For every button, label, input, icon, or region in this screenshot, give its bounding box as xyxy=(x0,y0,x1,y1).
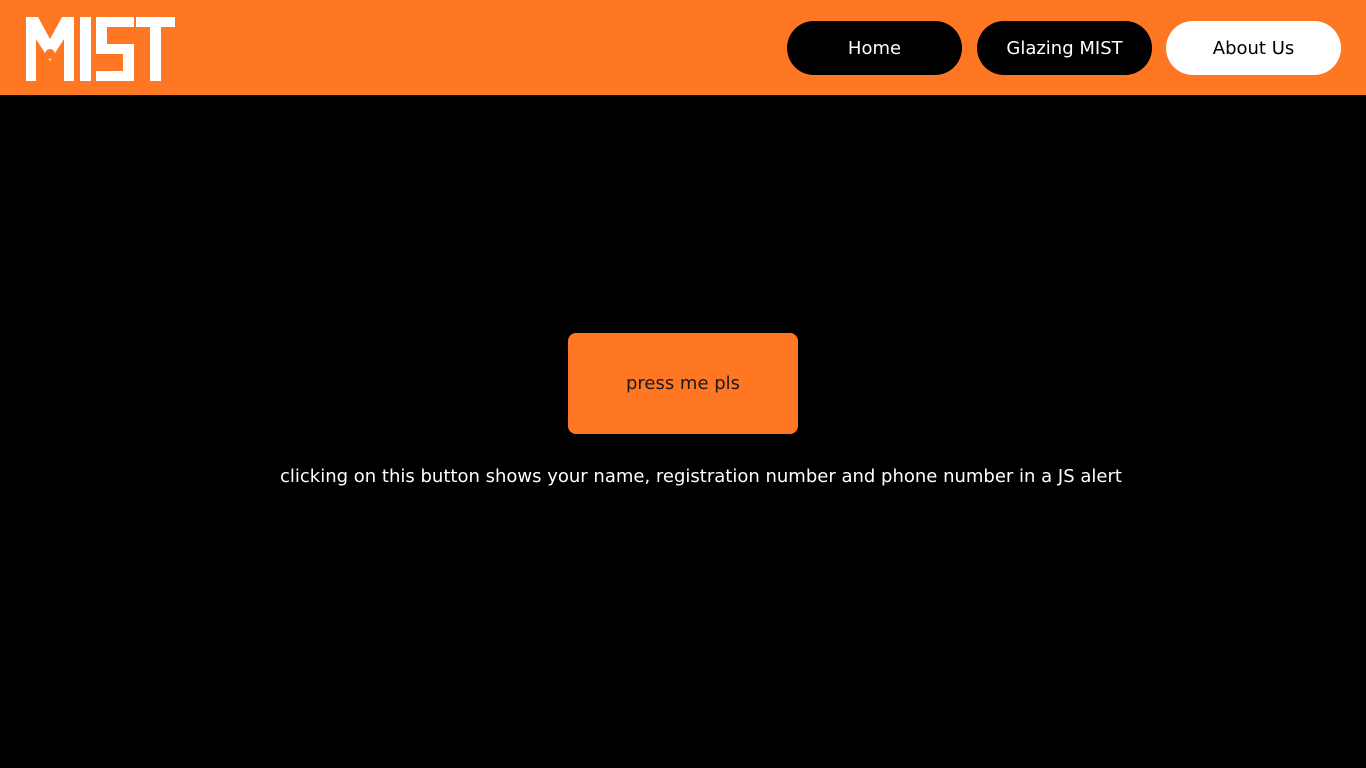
main-content: press me pls clicking on this button sho… xyxy=(0,95,1366,768)
nav-glazing-mist-button[interactable]: Glazing MIST xyxy=(977,21,1152,75)
nav-about-us-button[interactable]: About Us xyxy=(1166,21,1341,75)
logo-graphic xyxy=(26,17,175,81)
mist-logo[interactable]: MIST xyxy=(24,13,176,83)
logo-letter-t xyxy=(136,17,175,81)
logo-letter-s xyxy=(96,17,134,81)
nav-home-button[interactable]: Home xyxy=(787,21,962,75)
button-description: clicking on this button shows your name,… xyxy=(280,466,1122,487)
top-header: MIST Home Glazing MIST About Us xyxy=(0,0,1366,95)
press-me-button[interactable]: press me pls xyxy=(568,333,798,434)
person-at-desk-icon xyxy=(40,49,60,79)
logo-letter-i xyxy=(80,17,91,81)
